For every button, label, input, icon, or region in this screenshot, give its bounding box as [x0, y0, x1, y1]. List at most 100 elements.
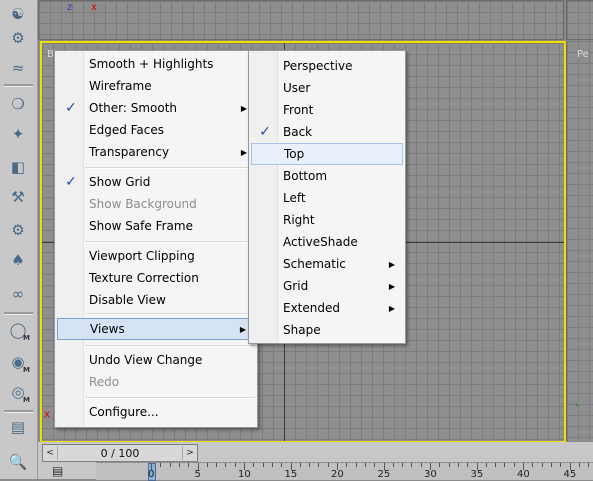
- menu-separator: [85, 167, 255, 169]
- ctx-item-smooth-highlights[interactable]: Smooth + Highlights: [57, 53, 255, 75]
- ctx-item-show-safe-frame[interactable]: Show Safe Frame: [57, 215, 255, 237]
- dynamics-icon[interactable]: ⚙: [6, 218, 30, 242]
- menu-separator: [85, 313, 255, 315]
- axis-gizmo-icon: ⌞: [575, 397, 580, 408]
- display-icon[interactable]: ◧: [6, 155, 30, 179]
- views-item-front[interactable]: Front: [251, 99, 403, 121]
- views-item-left[interactable]: Left: [251, 187, 403, 209]
- motion-icon[interactable]: ✦: [6, 122, 30, 146]
- views-item-right[interactable]: Right: [251, 209, 403, 231]
- timeline-tick: [160, 463, 162, 467]
- submenu-arrow-icon: ▶: [388, 303, 395, 313]
- timeline-tick: [234, 463, 236, 467]
- timeline-tick-label: 30: [424, 469, 437, 480]
- menu-item-label: Smooth + Highlights: [89, 57, 214, 71]
- timeline-tick-label: 45: [563, 469, 577, 480]
- menu-item-label: Right: [283, 213, 315, 227]
- menu-separator: [85, 397, 255, 399]
- views-item-extended[interactable]: Extended ▶: [251, 297, 403, 319]
- menu-item-label: Extended: [283, 301, 340, 315]
- menu-item-label: Wireframe: [89, 79, 152, 93]
- timeline-tick: [364, 463, 366, 467]
- views-item-bottom[interactable]: Bottom: [251, 165, 403, 187]
- timeline-tick: [588, 463, 590, 467]
- menu-item-label: Texture Correction: [89, 271, 199, 285]
- ctx-item-wireframe[interactable]: Wireframe: [57, 75, 255, 97]
- timeline-tick: [299, 463, 301, 467]
- menu-item-label: ActiveShade: [283, 235, 358, 249]
- hierarchy-icon[interactable]: ❍: [6, 92, 30, 116]
- timeline-tick: [560, 463, 562, 467]
- timeline-tick-label: 15: [284, 469, 298, 480]
- menu-item-label: Grid: [283, 279, 309, 293]
- menu-item-label: Viewport Clipping: [89, 249, 195, 263]
- menu-item-label: Edged Faces: [89, 123, 165, 137]
- submenu-arrow-icon: ▶: [388, 281, 395, 291]
- views-item-schematic[interactable]: Schematic ▶: [251, 253, 403, 275]
- views-item-back[interactable]: ✓ Back: [251, 121, 403, 143]
- ctx-item-texture-correction[interactable]: Texture Correction: [57, 267, 255, 289]
- time-slider[interactable]: < 0 / 100 >: [42, 444, 198, 462]
- ctx-item-other-smooth[interactable]: ✓ Other: Smooth ▶: [57, 97, 255, 119]
- link-icon[interactable]: ∞: [6, 282, 30, 306]
- viewport-right[interactable]: Pe ⌞: [566, 41, 593, 441]
- check-icon: ✓: [65, 174, 77, 190]
- menu-separator: [85, 241, 255, 243]
- material-caption: M: [23, 334, 30, 342]
- material-sphere-m2-icon[interactable]: ◎ M: [6, 380, 30, 404]
- timeline-tick: [402, 463, 404, 467]
- ctx-item-transparency[interactable]: Transparency ▶: [57, 141, 255, 163]
- views-item-perspective[interactable]: Perspective: [251, 55, 403, 77]
- water-icon[interactable]: ≈: [6, 56, 30, 80]
- ctx-item-show-grid[interactable]: ✓ Show Grid: [57, 171, 255, 193]
- ctx-item-undo-view-change[interactable]: Undo View Change: [57, 349, 255, 371]
- time-slider-next-button[interactable]: >: [182, 446, 197, 460]
- timeline-tick: [495, 463, 497, 467]
- key-filter-icon[interactable]: ▤: [52, 464, 63, 478]
- material-caption: M: [23, 396, 30, 404]
- timeline-track[interactable]: 0 5 10 15 20 25 30 35 40 45: [96, 462, 593, 481]
- toolbar-divider: [4, 312, 33, 315]
- views-item-grid[interactable]: Grid ▶: [251, 275, 403, 297]
- zoom-icon[interactable]: 🔍: [6, 450, 30, 474]
- ctx-item-edged-faces[interactable]: Edged Faces: [57, 119, 255, 141]
- timeline-tick-label: 0: [148, 469, 155, 480]
- menu-item-label: Back: [283, 125, 313, 139]
- menu-item-label: Show Background: [89, 197, 197, 211]
- utilities-icon[interactable]: ⚒: [6, 185, 30, 209]
- ctx-item-viewport-clipping[interactable]: Viewport Clipping: [57, 245, 255, 267]
- viewport-label[interactable]: Pe: [577, 49, 589, 60]
- ctx-item-configure[interactable]: Configure...: [57, 401, 255, 423]
- timeline-tick: [253, 463, 255, 467]
- timeline-tick-label: 25: [377, 469, 391, 480]
- modify-icon[interactable]: ⚙: [6, 26, 30, 50]
- timeline-tick-label: 5: [194, 469, 201, 480]
- viewport-top-left[interactable]: z x: [38, 0, 564, 40]
- timeline-tick: [550, 463, 552, 467]
- panel-icon[interactable]: ▤: [6, 415, 30, 439]
- material-sphere-m-icon[interactable]: ◉ M: [6, 350, 30, 374]
- menu-item-label: Show Grid: [89, 175, 151, 189]
- menu-item-label: Top: [284, 147, 305, 161]
- ctx-item-disable-view[interactable]: Disable View: [57, 289, 255, 311]
- menu-item-label: Schematic: [283, 257, 346, 271]
- viewport-top-right[interactable]: [566, 0, 593, 40]
- ctx-item-views[interactable]: Views ▶: [57, 318, 255, 340]
- time-slider-position[interactable]: 0 / 100: [58, 447, 182, 460]
- views-item-top[interactable]: Top: [251, 143, 403, 165]
- timeline-tick: [225, 463, 227, 467]
- figure-icon[interactable]: ♠: [6, 248, 30, 272]
- views-item-shape[interactable]: Shape: [251, 319, 403, 341]
- timeline-tick: [439, 463, 441, 467]
- timeline-tick: [392, 463, 394, 467]
- viewport-label[interactable]: B: [47, 49, 54, 60]
- toolbar-divider: [4, 410, 33, 413]
- axis-x-label: x: [44, 409, 50, 420]
- views-item-user[interactable]: User: [251, 77, 403, 99]
- views-submenu: Perspective User Front ✓ Back Top Bottom Left Ri…: [248, 50, 406, 344]
- views-item-activeshade[interactable]: ActiveShade: [251, 231, 403, 253]
- create-geometry-icon[interactable]: ☯: [6, 2, 30, 26]
- material-m-icon[interactable]: ◯ M: [6, 318, 30, 342]
- time-slider-prev-button[interactable]: <: [43, 446, 58, 460]
- axis-z-label: z: [67, 2, 73, 13]
